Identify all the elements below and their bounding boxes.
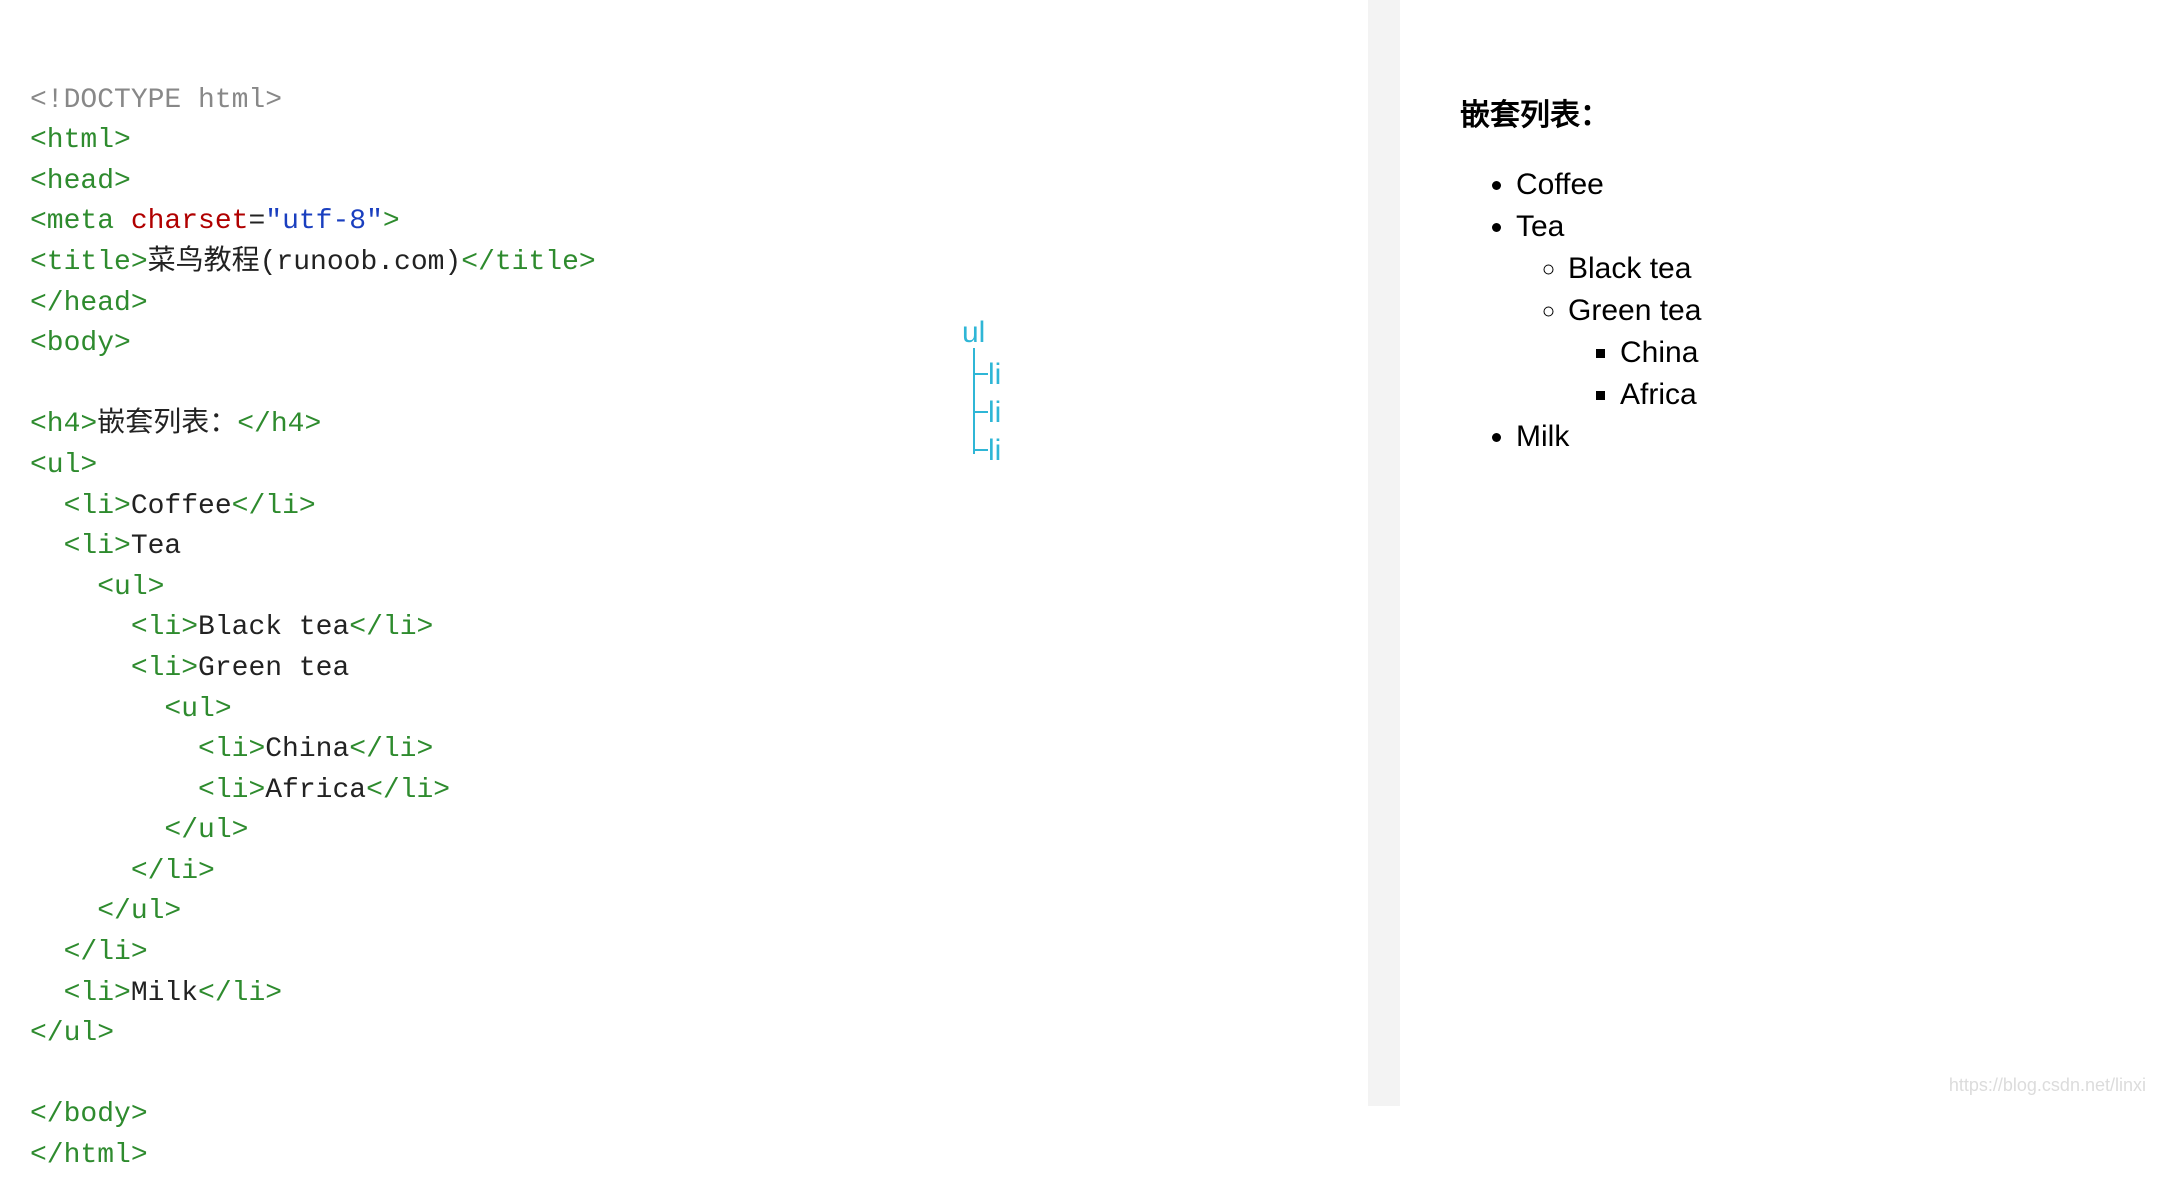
code-source-pane: <!DOCTYPE html> <html> <head> <meta char… bbox=[0, 0, 1340, 1106]
code-li-close: </li> bbox=[131, 856, 215, 887]
list-item: Green tea China Africa bbox=[1568, 290, 2136, 416]
code-body-close: </body> bbox=[30, 1099, 148, 1130]
code-milk: Milk bbox=[131, 978, 198, 1009]
preview-list-level1: Coffee Tea Black tea Green tea China Afr… bbox=[1516, 164, 2136, 458]
code-ul-close-1: </ul> bbox=[30, 1018, 114, 1049]
code-li-close: </li> bbox=[349, 734, 433, 765]
code-li-open: <li> bbox=[131, 612, 198, 643]
code-html-open: <html> bbox=[30, 125, 131, 156]
code-meta-open: <meta bbox=[30, 206, 114, 237]
tree-child-label: li bbox=[988, 358, 1001, 392]
code-li-close: </li> bbox=[232, 491, 316, 522]
code-tea: Tea bbox=[131, 531, 181, 562]
list-item: Africa bbox=[1620, 374, 2136, 416]
code-h4-open: <h4> bbox=[30, 409, 97, 440]
code-china: China bbox=[265, 734, 349, 765]
code-ul-close-2: </ul> bbox=[97, 896, 181, 927]
code-meta-eq: = bbox=[248, 206, 265, 237]
code-li-open: <li> bbox=[64, 531, 131, 562]
tree-child-label: li bbox=[988, 396, 1001, 430]
code-meta-val: "utf-8" bbox=[265, 206, 383, 237]
code-head-open: <head> bbox=[30, 166, 131, 197]
code-li-close: </li> bbox=[366, 775, 450, 806]
code-html-close: </html> bbox=[30, 1140, 148, 1171]
code-head-close: </head> bbox=[30, 288, 148, 319]
tree-child-label: li bbox=[988, 434, 1001, 468]
code-title-close: </title> bbox=[461, 247, 595, 278]
code-ul-open-2: <ul> bbox=[97, 572, 164, 603]
code-h4-close: </h4> bbox=[237, 409, 321, 440]
code-green-tea: Green tea bbox=[198, 653, 349, 684]
list-item-label: Green tea bbox=[1568, 294, 1701, 327]
code-title-open: <title> bbox=[30, 247, 148, 278]
code-li-open: <li> bbox=[198, 775, 265, 806]
code-h4-text: 嵌套列表： bbox=[97, 409, 237, 440]
code-li-close: </li> bbox=[349, 612, 433, 643]
code-meta-attr: charset bbox=[131, 206, 249, 237]
code-li-close: </li> bbox=[198, 978, 282, 1009]
code-li-open: <li> bbox=[64, 491, 131, 522]
code-ul-open-1: <ul> bbox=[30, 450, 97, 481]
list-item: Milk bbox=[1516, 416, 2136, 458]
code-doctype: <!DOCTYPE html> bbox=[30, 85, 282, 116]
dom-tree-overlay: ul li li li bbox=[960, 322, 1240, 522]
list-item: Tea Black tea Green tea China Africa bbox=[1516, 206, 2136, 416]
list-item-label: Tea bbox=[1516, 210, 1564, 243]
preview-heading: 嵌套列表： bbox=[1460, 90, 2136, 134]
code-li-open: <li> bbox=[64, 978, 131, 1009]
tree-root-label: ul bbox=[962, 316, 985, 350]
code-meta-close: > bbox=[383, 206, 400, 237]
watermark-text: https://blog.csdn.net/linxi bbox=[1949, 1075, 2146, 1096]
code-li-open: <li> bbox=[131, 653, 198, 684]
list-item: Coffee bbox=[1516, 164, 2136, 206]
code-black-tea: Black tea bbox=[198, 612, 349, 643]
preview-list-level2: Black tea Green tea China Africa bbox=[1568, 248, 2136, 416]
preview-list-level3: China Africa bbox=[1620, 332, 2136, 416]
list-item: Black tea bbox=[1568, 248, 2136, 290]
code-ul-close-3: </ul> bbox=[164, 815, 248, 846]
code-africa: Africa bbox=[265, 775, 366, 806]
code-li-close: </li> bbox=[64, 937, 148, 968]
code-li-open: <li> bbox=[198, 734, 265, 765]
code-coffee: Coffee bbox=[131, 491, 232, 522]
code-title-text: 菜鸟教程(runoob.com) bbox=[148, 247, 462, 278]
code-body-open: <body> bbox=[30, 328, 131, 359]
pane-divider bbox=[1340, 0, 1400, 1106]
code-ul-open-3: <ul> bbox=[164, 694, 231, 725]
code-block: <!DOCTYPE html> <html> <head> <meta char… bbox=[30, 40, 1310, 1177]
list-item: China bbox=[1620, 332, 2136, 374]
preview-pane: 嵌套列表： Coffee Tea Black tea Green tea Chi… bbox=[1400, 0, 2176, 1106]
